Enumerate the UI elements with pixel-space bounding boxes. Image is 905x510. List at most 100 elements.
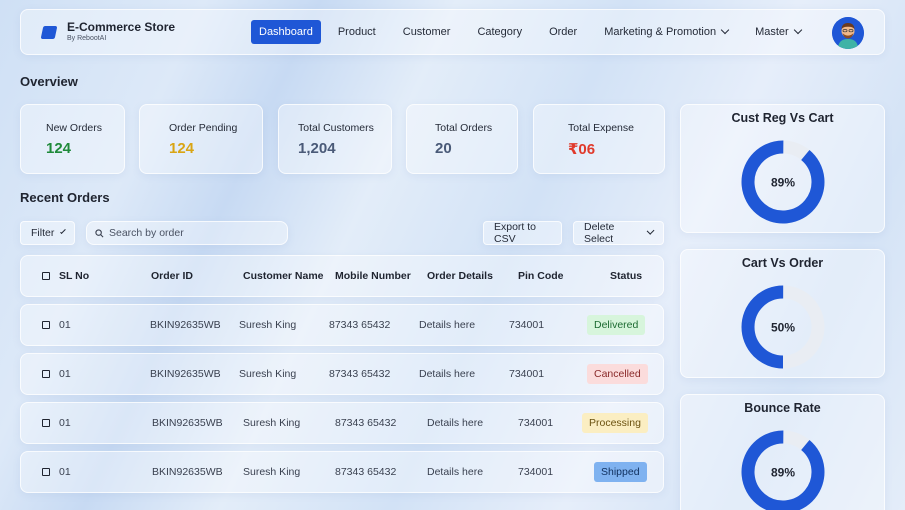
cell-mobile: 87343 65432 [329,319,391,331]
column-header[interactable]: SL No [59,256,89,296]
metric-title: Bounce Rate [744,401,821,415]
nav-master[interactable]: Master [745,20,811,44]
stat-value: 124 [46,140,72,157]
stat-value: 124 [169,140,195,157]
stat-card[interactable]: New Orders 124 [20,104,125,174]
cell-order-id: BKIN92635WB [152,466,223,478]
top-nav-bar: E-Commerce Store By RebootAI Dashboard Pr… [20,9,885,55]
cell-pin: 734001 [509,368,545,380]
donut-chart: 89% [741,430,825,510]
donut-percent-label: 89% [771,176,795,190]
column-header[interactable]: Status [610,256,642,296]
cell-sl: 01 [59,417,71,429]
stat-value: 1,204 [298,140,336,157]
stat-label: Order Pending [169,122,238,134]
cell-order-id: BKIN92635WB [152,417,223,429]
table-row[interactable]: 01 BKIN92635WB Suresh King 87343 65432 Detai… [20,353,664,395]
user-avatar-icon [832,17,864,49]
cell-customer: Suresh King [243,417,301,429]
recent-orders-title: Recent Orders [20,190,110,205]
row-checkbox[interactable] [42,468,50,476]
stat-card[interactable]: Total Orders 20 [406,104,518,174]
metric-card[interactable]: Cart Vs Order 50% [680,249,885,378]
cell-order-id: BKIN92635WB [150,319,221,331]
brand-logo[interactable]: E-Commerce Store By RebootAI [40,20,232,43]
cell-pin: 734001 [518,417,554,429]
nav-label: Category [477,26,523,38]
column-header[interactable]: Customer Name [243,256,324,296]
cell-mobile: 87343 65432 [335,466,397,478]
select-all-checkbox[interactable] [42,272,50,280]
donut-percent-label: 89% [771,466,795,480]
row-checkbox[interactable] [42,419,50,427]
row-checkbox[interactable] [42,321,50,329]
nav-label: Customer [402,26,451,38]
table-row[interactable]: 01 BKIN92635WB Suresh King 87343 65432 Detai… [20,451,664,493]
cell-details[interactable]: Details here [419,319,475,331]
column-header[interactable]: Order ID [151,256,193,296]
cell-customer: Suresh King [243,466,301,478]
row-checkbox[interactable] [42,370,50,378]
cell-customer: Suresh King [239,368,297,380]
brand-mark-icon [40,25,58,39]
table-header-row: SL No Order ID Customer Name Mobile Number O… [20,255,664,297]
stat-label: New Orders [46,122,103,134]
export-csv-button[interactable]: Export to CSV [483,221,562,245]
brand-title: E-Commerce Store [67,20,176,34]
status-badge: Processing [582,413,648,433]
cell-pin: 734001 [518,466,554,478]
cell-sl: 01 [59,319,71,331]
cell-order-id: BKIN92635WB [150,368,221,380]
nav-label: Product [337,26,376,38]
search-box[interactable] [86,221,288,245]
donut-chart: 89% [741,140,825,224]
filter-label: Filter [31,227,55,239]
status-badge: Cancelled [587,364,648,384]
metric-card[interactable]: Cust Reg Vs Cart 89% [680,104,885,233]
cell-pin: 734001 [509,319,545,331]
nav-product[interactable]: Product [328,20,386,44]
chevron-down-icon [793,25,802,35]
nav-dashboard[interactable]: Dashboard [251,20,321,44]
stat-card[interactable]: Order Pending 124 [139,104,263,174]
donut-chart: 50% [741,285,825,369]
stat-card[interactable]: Total Customers 1,204 [278,104,392,174]
cell-mobile: 87343 65432 [335,417,397,429]
cell-details[interactable]: Details here [419,368,475,380]
status-badge: Delivered [587,315,646,335]
nav-customer[interactable]: Customer [393,20,461,44]
stat-label: Total Orders [435,122,493,134]
stat-label: Total Expense [568,122,634,134]
column-header[interactable]: Pin Code [518,256,564,296]
metric-title: Cart Vs Order [741,256,824,270]
cell-mobile: 87343 65432 [329,368,391,380]
delete-label: Delete Select [584,221,615,245]
cell-details[interactable]: Details here [427,466,483,478]
column-header[interactable]: Order Details [427,256,493,296]
nav-marketing-promotion[interactable]: Marketing & Promotion [594,20,738,44]
stat-card[interactable]: Total Expense ₹06 [533,104,665,174]
metric-card[interactable]: Bounce Rate 89% [680,394,885,510]
nav-order[interactable]: Order [539,20,587,44]
cell-sl: 01 [59,368,71,380]
export-label: Export to CSV [494,221,537,245]
chevron-down-icon [60,228,66,234]
table-row[interactable]: 01 BKIN92635WB Suresh King 87343 65432 Detai… [20,304,664,346]
column-header[interactable]: Mobile Number [335,256,411,296]
avatar[interactable] [832,17,864,49]
delete-select-dropdown[interactable]: Delete Select [573,221,664,245]
nav-label: Marketing & Promotion [604,26,717,38]
stat-value: 20 [435,140,452,157]
table-row[interactable]: 01 BKIN92635WB Suresh King 87343 65432 Detai… [20,402,664,444]
cell-sl: 01 [59,466,71,478]
overview-title: Overview [20,74,78,89]
main-nav: Dashboard Product Customer Category Order Mar… [251,20,818,44]
nav-label: Dashboard [259,26,313,38]
nav-category[interactable]: Category [467,20,532,44]
cell-details[interactable]: Details here [427,417,483,429]
search-input[interactable] [109,227,279,239]
filter-dropdown[interactable]: Filter [20,221,75,245]
nav-label: Order [549,26,578,38]
chevron-down-icon [646,226,655,236]
brand-subtitle: By RebootAI [67,35,107,42]
